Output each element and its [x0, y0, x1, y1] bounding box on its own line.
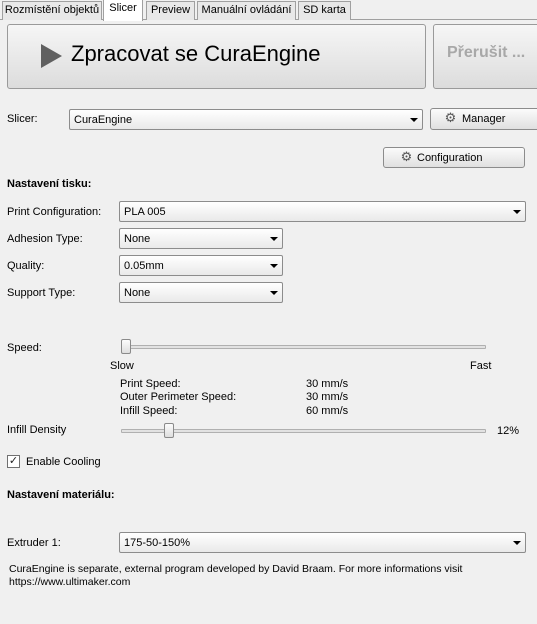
- chevron-down-icon: [270, 291, 278, 295]
- slicer-select[interactable]: CuraEngine: [69, 109, 423, 130]
- slicer-label: Slicer:: [7, 113, 38, 125]
- quality-select[interactable]: 0.05mm: [119, 255, 283, 276]
- extruder-1-select[interactable]: 175-50-150%: [119, 532, 526, 553]
- checkmark-icon: ✓: [8, 454, 19, 467]
- tab-slicer[interactable]: Slicer: [103, 0, 143, 21]
- chevron-down-icon: [270, 237, 278, 241]
- chevron-down-icon: [513, 541, 521, 545]
- speed-slow-label: Slow: [110, 360, 134, 372]
- configuration-button[interactable]: ⚙ Configuration: [383, 147, 525, 168]
- adhesion-type-select[interactable]: None: [119, 228, 283, 249]
- quality-value: 0.05mm: [124, 260, 164, 272]
- outer-perimeter-speed-value: 30 mm/s: [306, 391, 349, 403]
- process-button-label: Zpracovat se CuraEngine: [71, 41, 321, 66]
- print-configuration-value: PLA 005: [124, 206, 166, 218]
- infill-speed-value: 60 mm/s: [306, 405, 349, 417]
- chevron-down-icon: [513, 210, 521, 214]
- tab-manual-control[interactable]: Manuální ovládání: [197, 1, 296, 20]
- tab-sd-card[interactable]: SD karta: [298, 1, 351, 20]
- tab-bar: Rozmístění objektů Slicer Preview Manuál…: [0, 0, 537, 21]
- chevron-down-icon: [270, 264, 278, 268]
- stop-button[interactable]: Přerušit ...: [433, 24, 537, 89]
- gears-icon: ⚙: [444, 111, 457, 126]
- print-speed-label: Print Speed:: [120, 378, 181, 390]
- manager-button-label: Manager: [462, 113, 506, 125]
- info-text: CuraEngine is separate, external program…: [9, 563, 463, 575]
- chevron-down-icon: [410, 118, 418, 122]
- infill-density-slider-thumb[interactable]: [163, 423, 174, 438]
- material-settings-heading: Nastavení materiálu:: [7, 489, 115, 501]
- process-button[interactable]: Zpracovat se CuraEngine: [7, 24, 426, 89]
- adhesion-type-value: None: [124, 233, 151, 245]
- tab-preview[interactable]: Preview: [146, 1, 195, 20]
- infill-density-label: Infill Density: [7, 424, 67, 436]
- print-speed-value: 30 mm/s: [306, 378, 349, 390]
- print-settings-heading: Nastavení tisku:: [7, 178, 92, 190]
- stop-button-label: Přerušit ...: [447, 44, 526, 61]
- support-type-label: Support Type:: [7, 287, 76, 299]
- print-configuration-select[interactable]: PLA 005: [119, 201, 526, 222]
- infill-density-value: 12%: [497, 425, 520, 437]
- slicer-select-value: CuraEngine: [74, 114, 133, 126]
- support-type-select[interactable]: None: [119, 282, 283, 303]
- manager-button[interactable]: ⚙ Manager: [430, 108, 537, 130]
- slicer-panel: Zpracovat se CuraEngine Přerušit ... Sli…: [0, 20, 537, 624]
- print-configuration-label: Print Configuration:: [7, 206, 102, 218]
- support-type-value: None: [124, 287, 151, 299]
- configuration-button-label: Configuration: [417, 152, 483, 164]
- adhesion-type-label: Adhesion Type:: [7, 233, 83, 245]
- enable-cooling-label: Enable Cooling: [26, 456, 101, 468]
- gear-icon: ⚙: [400, 150, 413, 165]
- tab-object-placement[interactable]: Rozmístění objektů: [2, 1, 102, 20]
- info-link[interactable]: https://www.ultimaker.com: [9, 575, 130, 589]
- play-icon: [41, 44, 62, 68]
- quality-label: Quality:: [7, 260, 45, 272]
- speed-slider-track[interactable]: [121, 345, 486, 349]
- infill-density-slider-track[interactable]: [121, 429, 486, 433]
- infill-speed-label: Infill Speed:: [120, 405, 178, 417]
- speed-fast-label: Fast: [470, 360, 492, 372]
- extruder-1-label: Extruder 1:: [7, 537, 61, 549]
- outer-perimeter-speed-label: Outer Perimeter Speed:: [120, 391, 237, 403]
- enable-cooling-checkbox[interactable]: ✓: [7, 454, 20, 468]
- speed-slider-thumb[interactable]: [121, 339, 131, 354]
- speed-label: Speed:: [7, 342, 42, 354]
- extruder-1-value: 175-50-150%: [124, 537, 191, 549]
